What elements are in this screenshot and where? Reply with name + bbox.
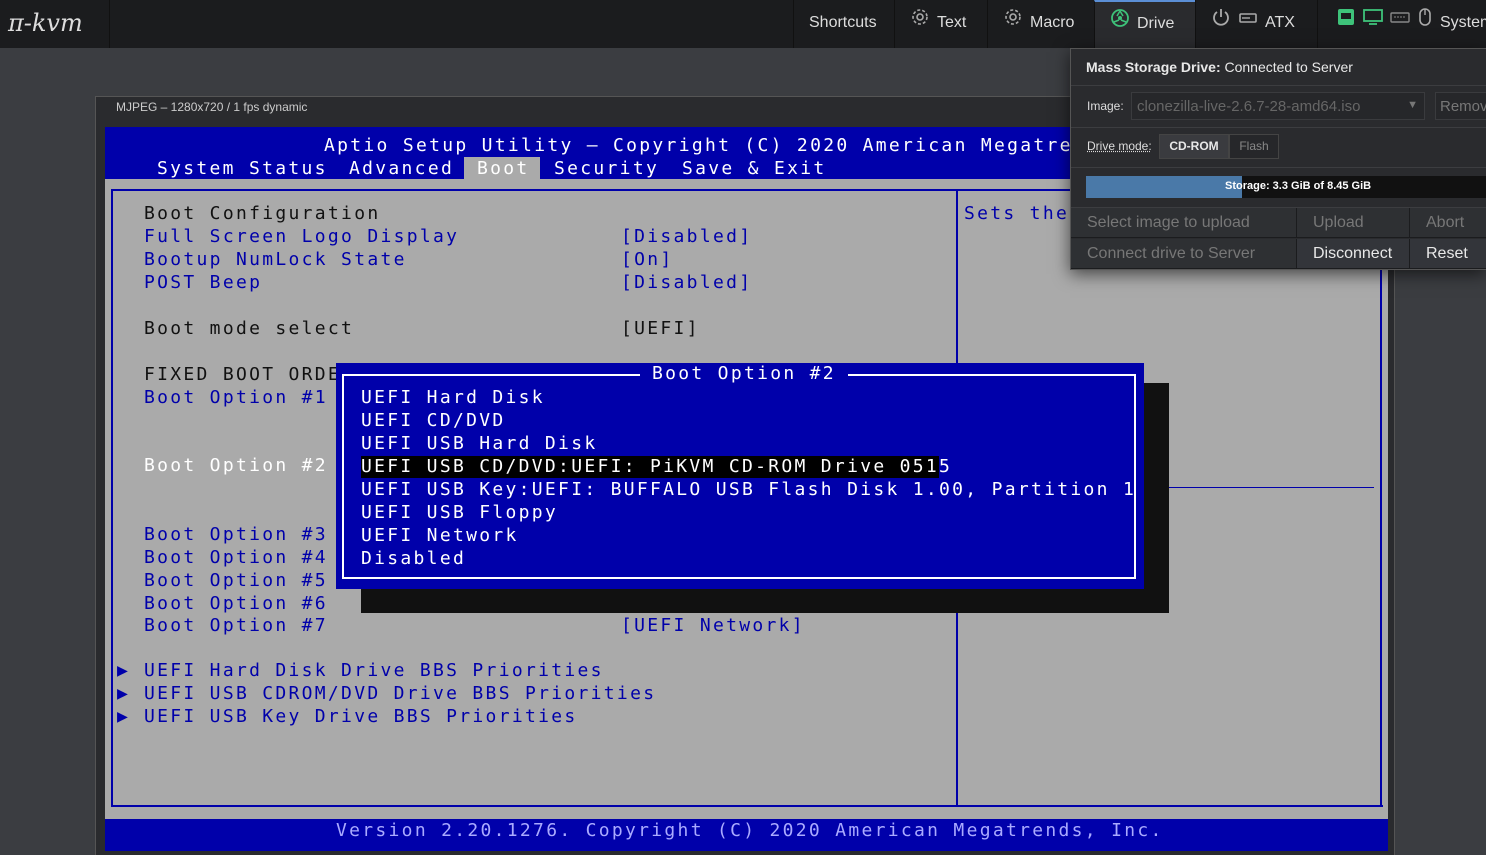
setting-numlock-value[interactable]: [On] bbox=[621, 249, 674, 271]
bios-title: Aptio Setup Utility – Copyright (C) 2020… bbox=[324, 135, 1112, 157]
setting-boot-option-2[interactable]: Boot Option #2 bbox=[144, 455, 328, 477]
menu-shortcuts[interactable]: Shortcuts bbox=[793, 0, 894, 48]
remove-button[interactable]: Remove bbox=[1435, 92, 1486, 120]
gear-icon bbox=[910, 0, 930, 46]
top-bar: π-kvm Shortcuts Text Macro Drive ATX Sys… bbox=[0, 0, 1486, 48]
chevron-down-icon: ▼ bbox=[1407, 99, 1418, 111]
submenu-cdrom-priorities[interactable]: UEFI USB CDROM/DVD Drive BBS Priorities bbox=[144, 683, 656, 705]
menu-system-label: System bbox=[1440, 14, 1486, 31]
drive-mode-label: Drive mode: bbox=[1087, 139, 1152, 153]
bios-tab-save-exit[interactable]: Save & Exit bbox=[682, 158, 827, 180]
menu-atx[interactable]: ATX bbox=[1195, 0, 1317, 48]
connect-drive-button[interactable]: Connect drive to Server bbox=[1071, 239, 1297, 269]
image-label: Image: bbox=[1087, 99, 1124, 113]
drive-status: Connected to Server bbox=[1225, 59, 1353, 75]
reset-button[interactable]: Reset bbox=[1410, 239, 1486, 269]
pikvm-logo: π-kvm bbox=[0, 0, 110, 48]
monitor-icon bbox=[1363, 0, 1383, 46]
drive-heading-label: Mass Storage Drive: bbox=[1086, 59, 1221, 75]
popup-option-uefi-usb-hard-disk[interactable]: UEFI USB Hard Disk bbox=[361, 433, 597, 455]
popup-option-uefi-network[interactable]: UEFI Network bbox=[361, 525, 519, 547]
submenu-usbkey-priorities[interactable]: UEFI USB Key Drive BBS Priorities bbox=[144, 706, 578, 728]
boot-option-popup[interactable]: Boot Option #2 UEFI Hard Disk UEFI CD/DV… bbox=[336, 363, 1144, 589]
menu-macro[interactable]: Macro bbox=[987, 0, 1094, 48]
mouse-icon bbox=[1417, 0, 1433, 46]
disconnect-button[interactable]: Disconnect bbox=[1297, 239, 1410, 269]
storage-label: Storage: 3.3 GiB of 8.45 GiB bbox=[1225, 180, 1371, 192]
menu-text[interactable]: Text bbox=[894, 0, 987, 48]
setting-full-screen-logo-value[interactable]: [Disabled] bbox=[621, 226, 752, 248]
stream-info: MJPEG – 1280x720 / 1 fps dynamic bbox=[116, 100, 307, 114]
setting-boot-option-7[interactable]: Boot Option #7 bbox=[144, 615, 328, 637]
drive-panel: Mass Storage Drive: Connected to Server … bbox=[1070, 48, 1486, 270]
network-icon bbox=[1336, 0, 1356, 46]
gear-icon bbox=[1003, 0, 1023, 46]
setting-boot-option-4[interactable]: Boot Option #4 bbox=[144, 547, 328, 569]
bios-tab-security[interactable]: Security bbox=[554, 158, 659, 180]
bios-tab-boot[interactable]: Boot bbox=[477, 158, 530, 180]
storage-bar: Storage: 3.3 GiB of 8.45 GiB bbox=[1086, 176, 1486, 198]
popup-option-uefi-hard-disk[interactable]: UEFI Hard Disk bbox=[361, 387, 545, 409]
setting-boot-mode: Boot mode select bbox=[144, 318, 354, 340]
bios-tab-system-status[interactable]: System Status bbox=[157, 158, 328, 180]
popup-option-pikvm-cdrom[interactable]: UEFI USB CD/DVD:UEFI: PiKVM CD-ROM Drive… bbox=[361, 456, 952, 478]
setting-full-screen-logo[interactable]: Full Screen Logo Display bbox=[144, 226, 459, 248]
remove-button-label: Remove bbox=[1440, 98, 1486, 115]
submenu-arrow-icon: ▶ bbox=[117, 706, 130, 728]
bios-tab-advanced[interactable]: Advanced bbox=[349, 158, 454, 180]
popup-option-buffalo-usb[interactable]: UEFI USB Key:UEFI: BUFFALO USB Flash Dis… bbox=[361, 479, 1136, 501]
menu-shortcuts-label: Shortcuts bbox=[809, 14, 877, 31]
keyboard-icon bbox=[1390, 0, 1410, 46]
select-image-button[interactable]: Select image to upload bbox=[1071, 208, 1297, 238]
frame-bottom bbox=[111, 805, 1383, 807]
setting-post-beep-value[interactable]: [Disabled] bbox=[621, 272, 752, 294]
separator bbox=[1071, 85, 1486, 86]
submenu-hdd-priorities[interactable]: UEFI Hard Disk Drive BBS Priorities bbox=[144, 660, 604, 682]
popup-option-disabled[interactable]: Disabled bbox=[361, 548, 466, 570]
drive-disc-icon bbox=[1110, 2, 1130, 46]
setting-boot-option-7-value[interactable]: [UEFI Network] bbox=[621, 615, 805, 637]
submenu-arrow-icon: ▶ bbox=[117, 660, 130, 682]
setting-boot-option-5[interactable]: Boot Option #5 bbox=[144, 570, 328, 592]
menu-system[interactable]: System bbox=[1317, 0, 1486, 48]
abort-button[interactable]: Abort bbox=[1410, 208, 1486, 238]
power-icon bbox=[1211, 0, 1231, 46]
image-select-value: clonezilla-live-2.6.7-28-amd64.iso bbox=[1137, 98, 1360, 115]
drive-heading: Mass Storage Drive: Connected to Server bbox=[1086, 59, 1353, 75]
menu-text-label: Text bbox=[937, 14, 966, 31]
setting-boot-configuration: Boot Configuration bbox=[144, 203, 380, 225]
mode-cdrom-button[interactable]: CD-ROM bbox=[1159, 134, 1229, 159]
setting-numlock[interactable]: Bootup NumLock State bbox=[144, 249, 407, 271]
menu-atx-label: ATX bbox=[1265, 14, 1295, 31]
frame-right bbox=[1380, 189, 1382, 807]
image-select[interactable]: clonezilla-live-2.6.7-28-amd64.iso ▼ bbox=[1131, 92, 1425, 120]
setting-boot-option-1[interactable]: Boot Option #1 bbox=[144, 387, 328, 409]
upload-button[interactable]: Upload bbox=[1297, 208, 1410, 238]
setting-boot-option-3[interactable]: Boot Option #3 bbox=[144, 524, 328, 546]
bios-version: Version 2.20.1276. Copyright (C) 2020 Am… bbox=[336, 820, 1164, 842]
submenu-arrow-icon: ▶ bbox=[117, 683, 130, 705]
help-separator bbox=[1167, 487, 1374, 488]
server-icon bbox=[1238, 0, 1258, 46]
setting-post-beep[interactable]: POST Beep bbox=[144, 272, 262, 294]
help-text: Sets the bbox=[964, 203, 1069, 225]
setting-boot-mode-value: [UEFI] bbox=[621, 318, 700, 340]
storage-bar-fill bbox=[1086, 176, 1242, 198]
popup-title: Boot Option #2 bbox=[640, 363, 848, 385]
setting-boot-option-6[interactable]: Boot Option #6 bbox=[144, 593, 328, 615]
frame-left bbox=[111, 189, 113, 807]
popup-option-uefi-cd-dvd[interactable]: UEFI CD/DVD bbox=[361, 410, 506, 432]
separator bbox=[1071, 127, 1486, 128]
menu-drive[interactable]: Drive bbox=[1094, 0, 1195, 48]
mode-flash-button[interactable]: Flash bbox=[1229, 134, 1279, 159]
separator bbox=[1071, 167, 1486, 168]
setting-fixed-boot-order: FIXED BOOT ORDER bbox=[144, 364, 354, 386]
popup-option-usb-floppy[interactable]: UEFI USB Floppy bbox=[361, 502, 558, 524]
menu-macro-label: Macro bbox=[1030, 14, 1074, 31]
menu-drive-label: Drive bbox=[1137, 15, 1174, 32]
